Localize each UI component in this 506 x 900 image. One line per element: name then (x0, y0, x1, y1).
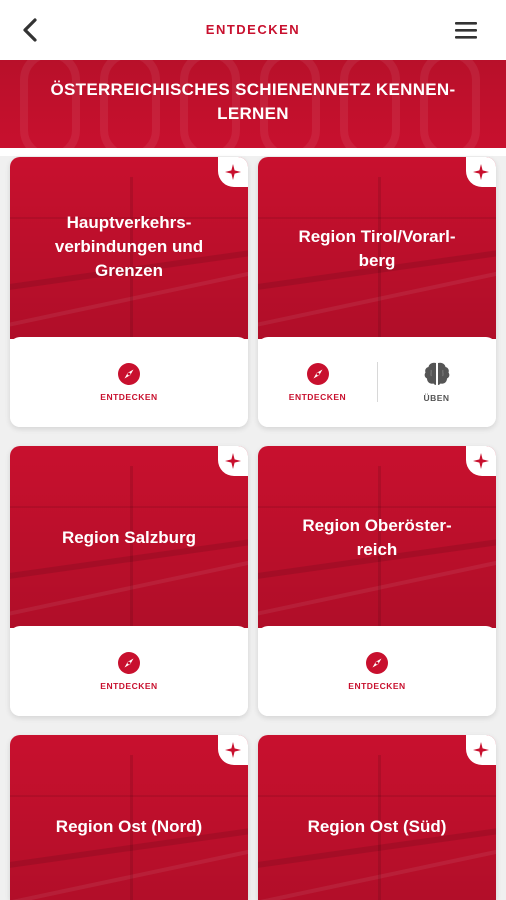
card-image: Hauptverkehrs- verbindungen und Grenzen (10, 157, 248, 339)
topic-card[interactable]: Hauptverkehrs- verbindungen und Grenzen … (10, 157, 248, 427)
card-title-line: Region Salzburg (61, 528, 197, 547)
explore-button[interactable]: ENTDECKEN (70, 362, 188, 402)
topic-card[interactable]: Region Ost (Süd) (258, 735, 496, 900)
card-title-line: reich (356, 540, 398, 559)
card-title: Region Oberöster- reich (270, 514, 484, 562)
corner-badge (466, 157, 496, 187)
card-image: Region Ost (Nord) (10, 735, 248, 900)
compass-icon (366, 652, 388, 674)
card-title: Region Tirol/Vorarl- berg (270, 225, 484, 273)
topic-card[interactable]: Region Salzburg ENTDECKEN (10, 446, 248, 716)
banner-title-line-1: ÖSTERREICHISCHES SCHIENENNETZ KENNEN- (50, 80, 456, 99)
card-image: Region Salzburg (10, 446, 248, 628)
compass-star-icon (473, 164, 489, 180)
banner-title-line-2: LERNEN (217, 104, 289, 123)
topic-card[interactable]: Region Oberöster- reich ENTDECKEN (258, 446, 496, 716)
explore-label: ENTDECKEN (100, 392, 158, 402)
section-banner: ÖSTERREICHISCHES SCHIENENNETZ KENNEN- LE… (0, 60, 506, 148)
corner-badge (466, 446, 496, 476)
card-title: Hauptverkehrs- verbindungen und Grenzen (22, 211, 236, 283)
card-image: Region Ost (Süd) (258, 735, 496, 900)
banner-title: ÖSTERREICHISCHES SCHIENENNETZ KENNEN- LE… (20, 78, 486, 126)
brain-icon (424, 362, 449, 385)
card-title-line: Region Oberöster- (302, 516, 452, 535)
topic-card[interactable]: Region Tirol/Vorarl- berg ENTDECKEN ÜBEN (258, 157, 496, 427)
page-title: ENTDECKEN (205, 22, 301, 37)
explore-label: ENTDECKEN (288, 392, 347, 402)
card-actions: ENTDECKEN (258, 626, 496, 716)
compass-star-icon (225, 742, 241, 758)
explore-label: ENTDECKEN (348, 681, 406, 691)
compass-icon (118, 652, 140, 674)
compass-star-icon (473, 742, 489, 758)
corner-badge (218, 157, 248, 187)
card-title-line: Region Ost (Süd) (307, 817, 447, 836)
compass-star-icon (225, 164, 241, 180)
card-title: Region Salzburg (22, 526, 236, 550)
explore-button[interactable]: ENTDECKEN (70, 651, 188, 691)
card-image: Region Tirol/Vorarl- berg (258, 157, 496, 339)
card-title-line: verbindungen und (54, 237, 204, 256)
corner-badge (218, 735, 248, 765)
practice-button[interactable]: ÜBEN (378, 361, 496, 403)
card-title: Region Ost (Süd) (270, 815, 484, 839)
topic-card[interactable]: Region Ost (Nord) (10, 735, 248, 900)
card-title-line: Region Ost (Nord) (55, 817, 203, 836)
practice-label: ÜBEN (423, 393, 450, 403)
card-title-line: berg (358, 251, 396, 270)
card-actions: ENTDECKEN (10, 626, 248, 716)
card-title-line: Grenzen (94, 261, 164, 280)
banner-bottom-edge (0, 148, 506, 156)
explore-button[interactable]: ENTDECKEN (318, 651, 436, 691)
corner-badge (466, 735, 496, 765)
menu-button[interactable] (450, 14, 482, 46)
card-image: Region Oberöster- reich (258, 446, 496, 628)
explore-label: ENTDECKEN (100, 681, 158, 691)
compass-icon (306, 363, 329, 385)
explore-button[interactable]: ENTDECKEN (259, 362, 377, 402)
compass-star-icon (225, 453, 241, 469)
card-actions: ENTDECKEN (10, 337, 248, 427)
top-app-bar: ENTDECKEN (0, 0, 506, 60)
card-title-line: Hauptverkehrs- (66, 213, 192, 232)
compass-star-icon (473, 453, 489, 469)
card-title: Region Ost (Nord) (22, 815, 236, 839)
compass-icon (118, 363, 140, 385)
corner-badge (218, 446, 248, 476)
hamburger-menu-icon (455, 22, 477, 39)
card-title-line: Region Tirol/Vorarl- (298, 227, 456, 246)
card-actions: ENTDECKEN ÜBEN (258, 337, 496, 427)
